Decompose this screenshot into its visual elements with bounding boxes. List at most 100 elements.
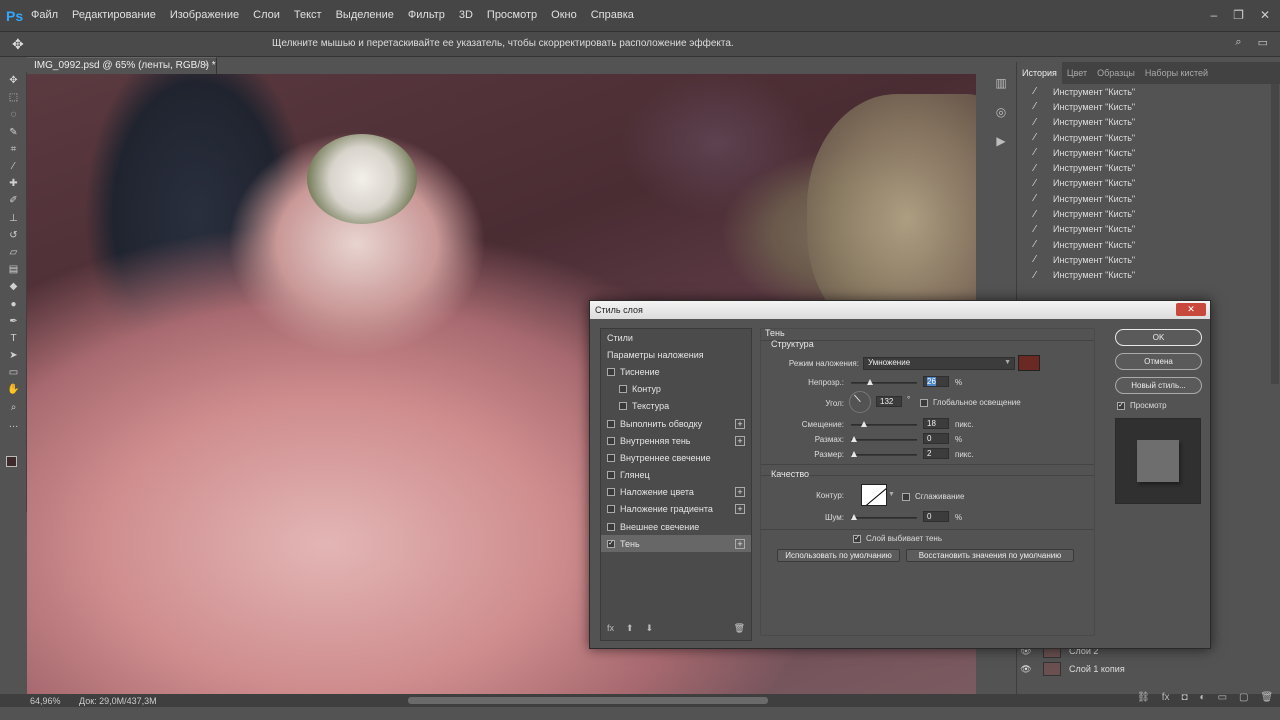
menu-view[interactable]: Просмотр (480, 9, 544, 21)
style-item[interactable]: Наложение градиента + (601, 501, 751, 518)
ok-button[interactable]: OK (1115, 329, 1202, 346)
menu-edit[interactable]: Редактирование (65, 9, 163, 21)
checkbox-box[interactable]: ✓ (1117, 401, 1125, 410)
history-item[interactable]: ⁄ Инструмент "Кисть" (1017, 237, 1271, 252)
link-icon[interactable]: ⛓ (1137, 692, 1150, 703)
quick-select-icon[interactable]: ✎ (0, 124, 27, 141)
restore-icon[interactable]: ❐ (1233, 8, 1244, 22)
minimize-icon[interactable]: – (1210, 8, 1217, 22)
menu-type[interactable]: Текст (287, 9, 329, 21)
navigator-icon[interactable]: ◎ (988, 101, 1014, 130)
add-style-icon[interactable]: + (735, 504, 745, 515)
fx-icon[interactable]: fx (607, 623, 614, 634)
history-item[interactable]: ⁄ Инструмент "Кисть" (1017, 145, 1271, 160)
adjustment-icon[interactable]: ◐ (1200, 692, 1206, 703)
history-item[interactable]: ⁄ Инструмент "Кисть" (1017, 115, 1271, 130)
healing-icon[interactable]: ✚ (0, 175, 27, 192)
style-item[interactable]: Глянец (601, 467, 751, 484)
close-tab-icon[interactable]: × (203, 60, 209, 71)
style-checkbox[interactable] (607, 505, 615, 514)
menu-filter[interactable]: Фильтр (401, 9, 452, 21)
shape-icon[interactable]: ▭ (0, 364, 27, 381)
foreground-color-swatch[interactable] (6, 456, 17, 467)
add-style-icon[interactable]: + (735, 435, 745, 446)
style-item[interactable]: ✓ Тень + (601, 535, 751, 553)
tab-color[interactable]: Цвет (1062, 62, 1092, 84)
menu-3d[interactable]: 3D (452, 9, 480, 21)
marquee-icon[interactable]: ⬚ (0, 89, 27, 106)
zoom-level[interactable]: 64,96% (30, 696, 61, 706)
close-icon[interactable]: ✕ (1260, 8, 1270, 22)
menu-layer[interactable]: Слои (246, 9, 287, 21)
history-item[interactable]: ⁄ Инструмент "Кисть" (1017, 176, 1271, 191)
tab-history[interactable]: История (1017, 62, 1062, 84)
history-item[interactable]: ⁄ Инструмент "Кисть" (1017, 268, 1271, 283)
brush-icon[interactable]: ✐ (0, 192, 27, 209)
style-item[interactable]: Тиснение (601, 363, 751, 380)
history-item[interactable]: ⁄ Инструмент "Кисть" (1017, 222, 1271, 237)
add-style-icon[interactable]: + (735, 418, 745, 429)
style-item[interactable]: Внешнее свечение (601, 518, 751, 535)
menu-file[interactable]: Файл (24, 9, 65, 21)
style-checkbox[interactable] (619, 402, 627, 411)
new-layer-icon[interactable]: ▢ (1239, 692, 1248, 703)
history-item[interactable]: ⁄ Инструмент "Кисть" (1017, 191, 1271, 206)
hand-icon[interactable]: ✋ (0, 381, 27, 398)
style-item[interactable]: Внутреннее свечение (601, 449, 751, 466)
style-checkbox[interactable] (607, 436, 615, 445)
histogram-icon[interactable]: ▥ (988, 72, 1014, 101)
move-up-icon[interactable]: ⬆ (626, 623, 634, 634)
path-select-icon[interactable]: ➤ (0, 347, 27, 364)
eraser-icon[interactable]: ▱ (0, 244, 27, 261)
history-item[interactable]: ⁄ Инструмент "Кисть" (1017, 130, 1271, 145)
tab-swatches[interactable]: Образцы (1092, 62, 1140, 84)
history-item[interactable]: ⁄ Инструмент "Кисть" (1017, 160, 1271, 175)
cancel-button[interactable]: Отмена (1115, 353, 1202, 370)
style-checkbox[interactable] (607, 367, 615, 376)
history-brush-icon[interactable]: ↺ (0, 227, 27, 244)
style-checkbox[interactable] (619, 385, 627, 394)
type-icon[interactable]: T (0, 330, 27, 347)
blur-icon[interactable]: ◆ (0, 278, 27, 295)
style-checkbox[interactable] (607, 488, 615, 497)
blending-options[interactable]: Параметры наложения (601, 346, 751, 363)
more-tools-icon[interactable]: … (0, 416, 27, 433)
scroll-thumb[interactable] (408, 697, 768, 704)
eyedropper-icon[interactable]: ⁄ (0, 158, 27, 175)
style-item[interactable]: Внутренняя тень + (601, 432, 751, 449)
dodge-icon[interactable]: ● (0, 295, 27, 312)
history-item[interactable]: ⁄ Инструмент "Кисть" (1017, 206, 1271, 221)
new-style-button[interactable]: Новый стиль... (1115, 377, 1202, 394)
menu-help[interactable]: Справка (584, 9, 641, 21)
search-icon[interactable]: ⌕ (1235, 36, 1241, 49)
trash-icon[interactable]: 🗑 (734, 623, 745, 634)
group-icon[interactable]: ▭ (1218, 692, 1227, 703)
menu-window[interactable]: Окно (544, 9, 584, 21)
add-style-icon[interactable]: + (735, 487, 745, 498)
stamp-icon[interactable]: ⊥ (0, 210, 27, 227)
style-item[interactable]: Выполнить обводку + (601, 415, 751, 432)
move-down-icon[interactable]: ⬇ (646, 623, 654, 634)
eye-icon[interactable]: 👁 (1017, 664, 1035, 675)
pen-icon[interactable]: ✒ (0, 313, 27, 330)
style-checkbox[interactable] (607, 471, 615, 480)
layer-row[interactable]: 👁 Слой 1 копия (1017, 660, 1280, 678)
history-item[interactable]: ⁄ Инструмент "Кисть" (1017, 84, 1271, 99)
style-checkbox[interactable]: ✓ (607, 539, 615, 548)
style-checkbox[interactable] (607, 419, 615, 428)
document-tab[interactable]: IMG_0992.psd @ 65% (ленты, RGB/8) * × (27, 57, 217, 74)
history-item[interactable]: ⁄ Инструмент "Кисть" (1017, 99, 1271, 114)
lasso-icon[interactable]: ◌ (0, 106, 27, 123)
fx-icon[interactable]: fx (1162, 692, 1170, 703)
tab-brush-presets[interactable]: Наборы кистей (1140, 62, 1213, 84)
trash-icon[interactable]: 🗑 (1260, 692, 1273, 703)
actions-icon[interactable]: ▶ (988, 130, 1014, 159)
move-tool-icon[interactable]: ✥ (12, 36, 24, 53)
menu-select[interactable]: Выделение (329, 9, 401, 21)
style-item[interactable]: Наложение цвета + (601, 484, 751, 501)
workspace-icon[interactable]: ▭ (1258, 36, 1268, 49)
mask-icon[interactable]: ◘ (1181, 692, 1187, 703)
add-style-icon[interactable]: + (735, 538, 745, 549)
zoom-icon[interactable]: ⌕ (0, 399, 27, 416)
style-item[interactable]: Текстура (601, 398, 751, 415)
